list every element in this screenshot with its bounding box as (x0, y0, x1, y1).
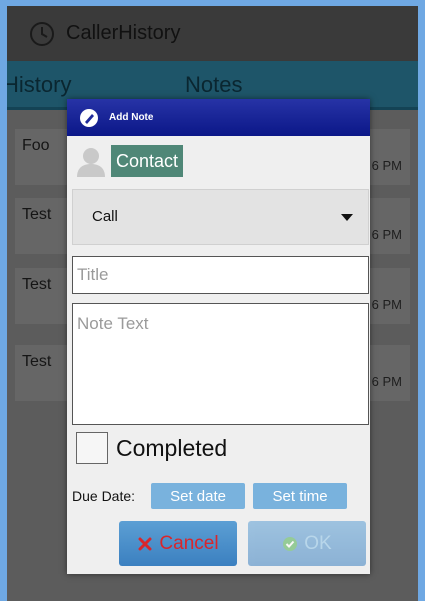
set-time-button[interactable]: Set time (253, 483, 348, 509)
note-title: Foo (22, 137, 50, 154)
completed-label: Completed (116, 434, 228, 461)
note-title: Test (22, 353, 52, 370)
close-icon (137, 536, 153, 552)
ok-button[interactable]: OK (248, 521, 366, 566)
note-time: 6 PM (371, 227, 402, 242)
contact-row[interactable]: Contact (76, 144, 184, 178)
cancel-button[interactable]: Cancel (119, 521, 237, 566)
add-note-dialog: Add Note Contact Call Completed Due Date… (67, 99, 370, 574)
note-title: Test (22, 276, 52, 293)
note-title: Test (22, 206, 52, 223)
note-type-value: Call (92, 208, 118, 225)
completed-row[interactable]: Completed (76, 432, 227, 464)
note-text-input[interactable] (72, 303, 369, 425)
app-title: CallerHistory (66, 22, 181, 44)
avatar-icon (76, 145, 106, 177)
dialog-title: Add Note (109, 112, 154, 123)
note-time: 6 PM (371, 158, 402, 173)
note-time: 6 PM (371, 374, 402, 389)
cancel-label: Cancel (159, 532, 219, 554)
set-date-button[interactable]: Set date (151, 483, 246, 509)
dialog-titlebar: Add Note (67, 99, 370, 136)
dropdown-caret-icon (341, 214, 353, 221)
ok-label: OK (304, 532, 332, 554)
tab-history[interactable]: History (7, 72, 71, 98)
note-icon (78, 107, 100, 129)
title-input[interactable] (72, 256, 369, 294)
dialog-actions: Cancel OK (119, 521, 366, 566)
note-time: 6 PM (371, 297, 402, 312)
phone-clock-icon (27, 19, 57, 49)
tab-notes[interactable]: Notes (185, 72, 242, 98)
action-bar: CallerHistory (7, 6, 418, 61)
checkmark-icon (282, 536, 298, 552)
completed-checkbox[interactable] (76, 432, 108, 464)
due-date-row: Due Date: Set date Set time (72, 483, 348, 509)
note-type-select[interactable]: Call (72, 189, 369, 245)
contact-button[interactable]: Contact (111, 145, 184, 177)
due-date-label: Due Date: (72, 488, 136, 504)
